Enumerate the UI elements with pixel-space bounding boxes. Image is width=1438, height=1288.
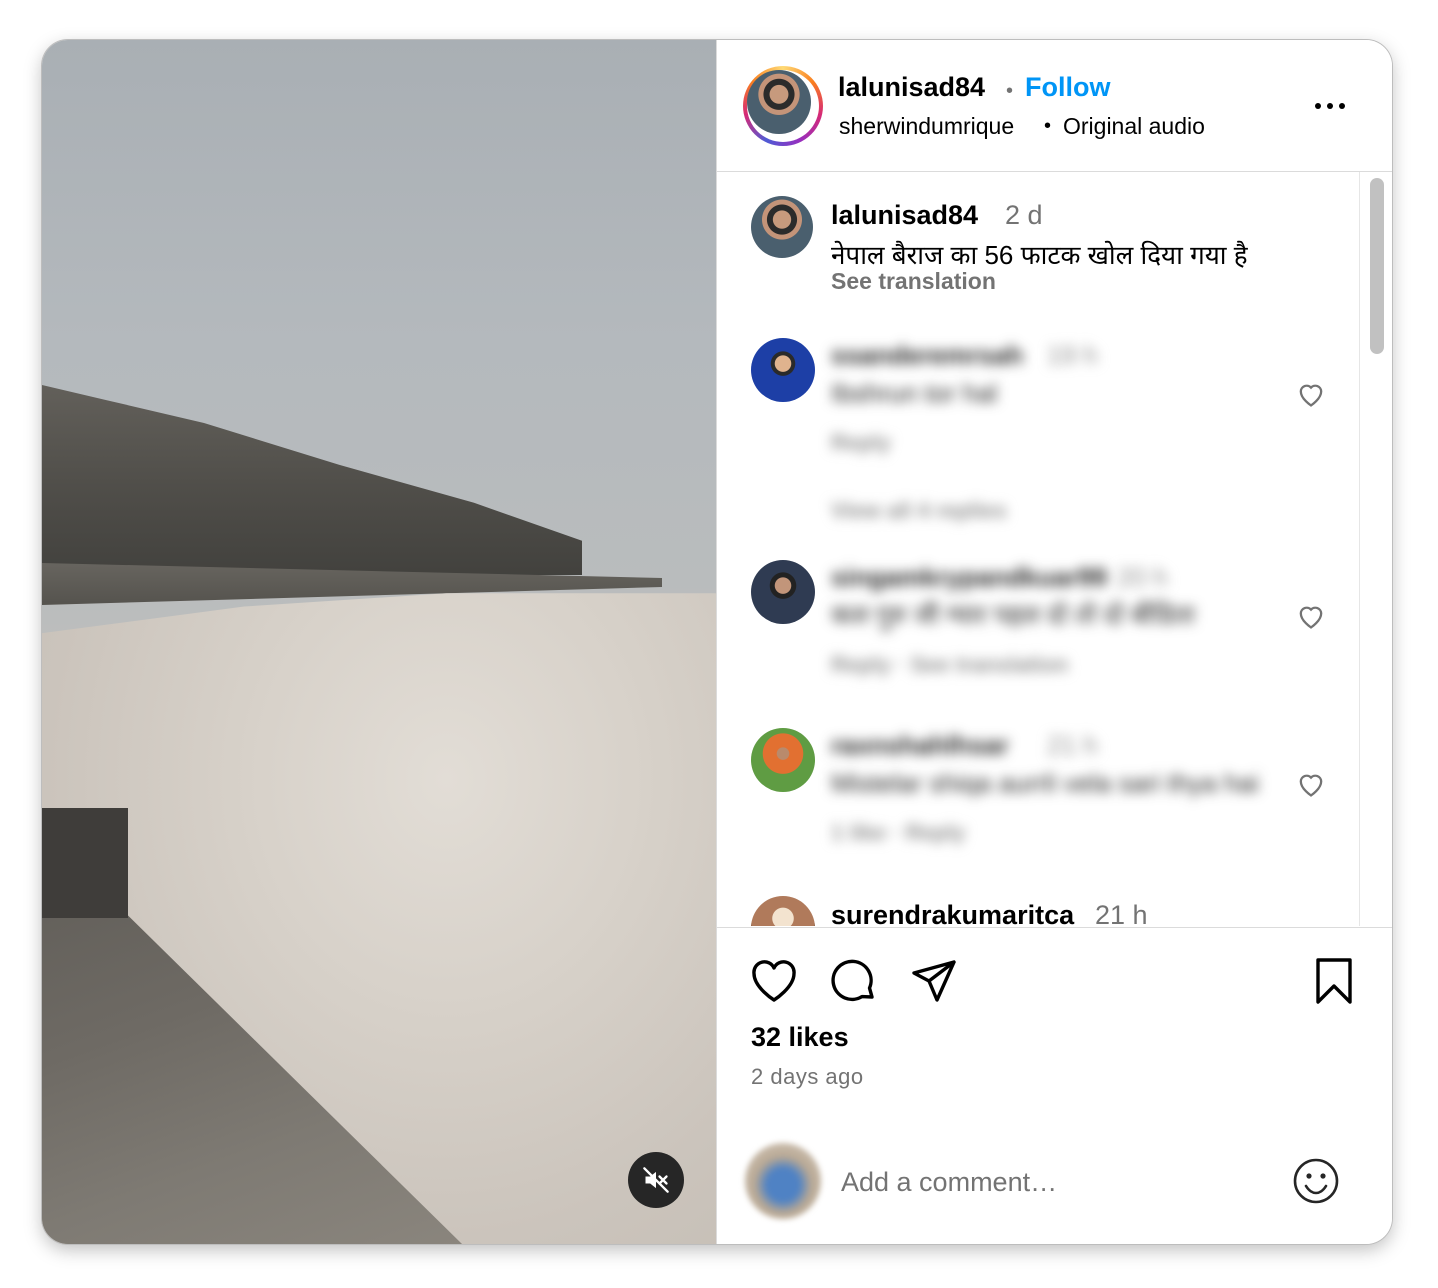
caption-username[interactable]: lalunisad84 xyxy=(831,200,978,231)
comment-avatar[interactable] xyxy=(751,896,815,926)
comment-avatar[interactable] xyxy=(751,728,815,792)
add-comment-bar xyxy=(717,1127,1392,1244)
comment-timestamp: 21 h xyxy=(1047,730,1098,760)
video-barrage-structure xyxy=(42,385,582,575)
comment-timestamp: 19 h xyxy=(1047,340,1098,370)
comment-text: Mistelar shiqa aurrli vela sari thya hai xyxy=(831,768,1259,798)
comment-text: कल गुरु जी ग्यार पहल दो तो दो बीडिता xyxy=(831,600,1195,630)
more-options-icon[interactable] xyxy=(1313,96,1347,116)
comment-username[interactable]: ssanderemrsah xyxy=(831,340,1023,371)
comments-scrollbar[interactable] xyxy=(1359,172,1390,926)
comment-like-icon[interactable] xyxy=(1295,380,1327,408)
comment-meta[interactable]: Reply · See translation xyxy=(831,652,1068,678)
comment-avatar[interactable] xyxy=(751,338,815,402)
likes-count[interactable]: 32 likes xyxy=(751,1022,849,1053)
view-replies-link[interactable]: View all 4 replies xyxy=(831,498,1007,524)
comment-username[interactable]: singamkrypandkuar99 xyxy=(831,562,1107,593)
header-separator: • xyxy=(1006,80,1014,102)
follow-button[interactable]: Follow xyxy=(1025,72,1110,103)
current-user-avatar xyxy=(745,1143,821,1219)
caption-text: नेपाल बैराज का 56 फाटक खोल दिया गया है xyxy=(831,240,1248,270)
scrollbar-thumb[interactable] xyxy=(1370,178,1384,354)
story-ring[interactable] xyxy=(743,66,823,146)
post-date: 2 days ago xyxy=(751,1064,864,1089)
caption-timestamp: 2 d xyxy=(1005,200,1043,230)
video-player[interactable] xyxy=(42,40,716,1244)
comment-like-icon[interactable] xyxy=(1295,602,1327,630)
bookmark-icon[interactable] xyxy=(1309,958,1359,1004)
emoji-smiley-icon[interactable] xyxy=(1292,1157,1340,1205)
audio-username[interactable]: sherwindumrique xyxy=(839,113,1014,140)
comment-username[interactable]: raxnshahlhsar xyxy=(831,730,1009,761)
post-dialog: lalunisad84 • Follow sherwindumrique • O… xyxy=(42,40,1392,1244)
author-username[interactable]: lalunisad84 xyxy=(838,72,985,103)
comment-timestamp: 20 h xyxy=(1117,562,1168,592)
video-foreground-pillar xyxy=(42,808,128,918)
heart-icon[interactable] xyxy=(749,958,799,1004)
share-paper-plane-icon[interactable] xyxy=(909,958,959,1004)
comment-bubble-icon[interactable] xyxy=(829,958,879,1004)
audio-separator: • xyxy=(1044,115,1052,137)
post-details-panel: lalunisad84 • Follow sherwindumrique • O… xyxy=(717,40,1392,1244)
author-avatar[interactable] xyxy=(747,70,811,134)
comment-timestamp: 21 h xyxy=(1095,900,1148,926)
post-actions: 32 likes 2 days ago xyxy=(717,927,1392,1128)
comment-text: Ibshrun tor hal xyxy=(831,378,998,408)
comment-input[interactable] xyxy=(839,1155,1263,1209)
comment-partial: surendrakumaritca 21 h xyxy=(717,890,1357,926)
post-header: lalunisad84 • Follow sherwindumrique • O… xyxy=(717,40,1392,172)
mute-button[interactable] xyxy=(628,1152,684,1208)
caption-author-avatar[interactable] xyxy=(751,196,813,258)
audio-label[interactable]: Original audio xyxy=(1063,113,1205,140)
comment-meta[interactable]: 1 like · Reply xyxy=(831,820,966,846)
speaker-muted-icon xyxy=(643,1167,669,1193)
comment-like-icon[interactable] xyxy=(1295,770,1327,798)
see-translation-link[interactable]: See translation xyxy=(831,268,996,295)
comment-avatar[interactable] xyxy=(751,560,815,624)
comment-username[interactable]: surendrakumaritca xyxy=(831,900,1074,926)
comment-meta[interactable]: Reply xyxy=(831,430,891,456)
